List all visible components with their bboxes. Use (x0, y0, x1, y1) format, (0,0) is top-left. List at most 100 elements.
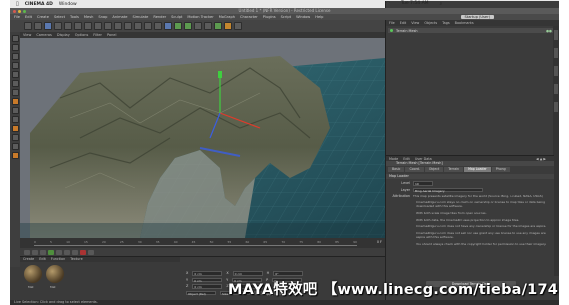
array-icon[interactable] (184, 22, 192, 30)
material-menu-item[interactable]: Texture (70, 257, 82, 262)
autokey-icon[interactable] (88, 249, 94, 255)
app-menu[interactable]: CINEMA 4D (25, 2, 53, 7)
level-field[interactable]: 10 (413, 181, 433, 186)
tab-phong[interactable]: Phong (491, 167, 510, 172)
tab-object[interactable]: Object (424, 167, 444, 172)
live-selection-icon[interactable] (44, 22, 52, 30)
camera-icon[interactable] (224, 22, 232, 30)
object-menu-item[interactable]: View (411, 21, 419, 25)
edges-mode-icon[interactable] (11, 80, 19, 87)
viewport-menu-item[interactable]: Filter (93, 33, 102, 37)
menu-item[interactable]: Animate (112, 15, 127, 19)
axis-mode-icon[interactable] (11, 98, 19, 105)
object-menu-item[interactable]: File (389, 21, 395, 25)
menu-item[interactable]: File (14, 15, 20, 19)
solo-icon[interactable] (11, 143, 19, 150)
object-menu-item[interactable]: Tags (442, 21, 450, 25)
render-settings-icon[interactable] (154, 22, 162, 30)
material-menu-item[interactable]: Create (23, 257, 34, 262)
3d-viewport[interactable] (20, 38, 385, 238)
render-view-icon[interactable] (134, 22, 142, 30)
menu-item[interactable]: Character (240, 15, 258, 19)
object-list[interactable] (388, 34, 556, 154)
viewport-menu-item[interactable]: Panel (107, 33, 116, 37)
tab-map-loader[interactable]: Map Loader (464, 167, 491, 172)
cube-icon[interactable] (164, 22, 172, 30)
menu-item[interactable]: Tools (70, 15, 79, 19)
sculpt-icon[interactable] (11, 152, 19, 159)
content-browser-tab[interactable] (554, 66, 558, 76)
texture-mode-icon[interactable] (11, 53, 19, 60)
deformer-icon[interactable] (204, 22, 212, 30)
next-key-icon[interactable] (64, 249, 70, 255)
scale-icon[interactable] (64, 22, 72, 30)
previous-frame-icon[interactable] (40, 249, 46, 255)
object-name[interactable]: Terrain Mesh (396, 29, 417, 33)
points-mode-icon[interactable] (11, 71, 19, 78)
window-menu[interactable]: Window (59, 2, 77, 7)
size-x-field[interactable]: 0 cm (232, 271, 263, 276)
timeline[interactable]: 0 5 10 15 20 25 30 35 40 45 50 55 60 65 … (20, 238, 385, 248)
previous-key-icon[interactable] (32, 249, 38, 255)
visibility-dots-icon[interactable]: ●● (546, 29, 552, 33)
material-swatch[interactable] (24, 265, 42, 283)
coordinate-mode-dropdown[interactable]: Object (Rel) (186, 290, 216, 295)
z-axis-icon[interactable] (114, 22, 122, 30)
menu-item[interactable]: MoGraph (219, 15, 235, 19)
apple-icon[interactable]:  (16, 2, 19, 7)
lock-workplane-icon[interactable] (11, 134, 19, 141)
layer-dropdown[interactable]: Bing Aerial Imagery (413, 187, 483, 192)
layout-selector[interactable]: Startup (User) (460, 15, 494, 19)
attribute-menu-item[interactable]: User Data (415, 157, 432, 161)
redo-icon[interactable] (34, 22, 42, 30)
takes-tab[interactable] (554, 48, 558, 58)
polygons-mode-icon[interactable] (11, 89, 19, 96)
rotate-icon[interactable] (74, 22, 82, 30)
spline-icon[interactable] (194, 22, 202, 30)
menu-item[interactable]: Script (281, 15, 291, 19)
viewport-menu-item[interactable]: Display (57, 33, 70, 37)
coordinate-system-icon[interactable] (124, 22, 132, 30)
recent-tools-icon[interactable] (84, 22, 92, 30)
viewport-menu-item[interactable]: View (23, 33, 31, 37)
undo-icon[interactable] (24, 22, 32, 30)
position-z-field[interactable]: 0 cm (192, 284, 223, 289)
move-icon[interactable] (54, 22, 62, 30)
timeline-ruler[interactable]: 0 5 10 15 20 25 30 35 40 45 50 55 60 65 … (34, 240, 357, 246)
objects-tab[interactable] (554, 30, 558, 40)
material-name[interactable]: Mat (28, 285, 34, 289)
viewport-menu-item[interactable]: Cameras (36, 33, 52, 37)
layers-tab[interactable] (554, 102, 558, 112)
position-x-field[interactable]: 0 cm (192, 271, 223, 276)
menu-item[interactable]: Create (37, 15, 49, 19)
object-menu-item[interactable]: Edit (400, 21, 407, 25)
menu-item[interactable]: Help (315, 15, 323, 19)
minimize-window-button[interactable] (18, 9, 21, 13)
object-menu-item[interactable]: Objects (424, 21, 437, 25)
menu-item[interactable]: Render (153, 15, 166, 19)
tab-coord[interactable]: Coord. (405, 167, 424, 172)
play-icon[interactable] (48, 249, 54, 255)
next-frame-icon[interactable] (56, 249, 62, 255)
tab-basic[interactable]: Basic (388, 167, 405, 172)
go-to-end-icon[interactable] (72, 249, 78, 255)
tweak-mode-icon[interactable] (11, 107, 19, 114)
menu-item[interactable]: Plugins (263, 15, 276, 19)
object-menu-item[interactable]: Bookmarks (455, 21, 474, 25)
render-picture-viewer-icon[interactable] (144, 22, 152, 30)
zoom-window-button[interactable] (23, 9, 26, 13)
snap-icon[interactable] (11, 116, 19, 123)
attribute-menu-item[interactable]: Mode (389, 157, 398, 161)
menu-item[interactable]: Select (54, 15, 65, 19)
tab-terrain[interactable]: Terrain (444, 167, 464, 172)
go-to-start-icon[interactable] (24, 249, 30, 255)
menu-item[interactable]: Snap (98, 15, 107, 19)
menu-item[interactable]: Window (296, 15, 310, 19)
menu-item[interactable]: Simulate (132, 15, 148, 19)
menu-item[interactable]: Mesh (84, 15, 93, 19)
workplane-mode-icon[interactable] (11, 62, 19, 69)
rotation-h-field[interactable]: 0° (273, 271, 304, 276)
menu-item[interactable]: Edit (25, 15, 32, 19)
make-editable-icon[interactable] (11, 35, 19, 42)
nav-arrows-icon[interactable]: ◀ ▲ ▶ (536, 157, 546, 161)
